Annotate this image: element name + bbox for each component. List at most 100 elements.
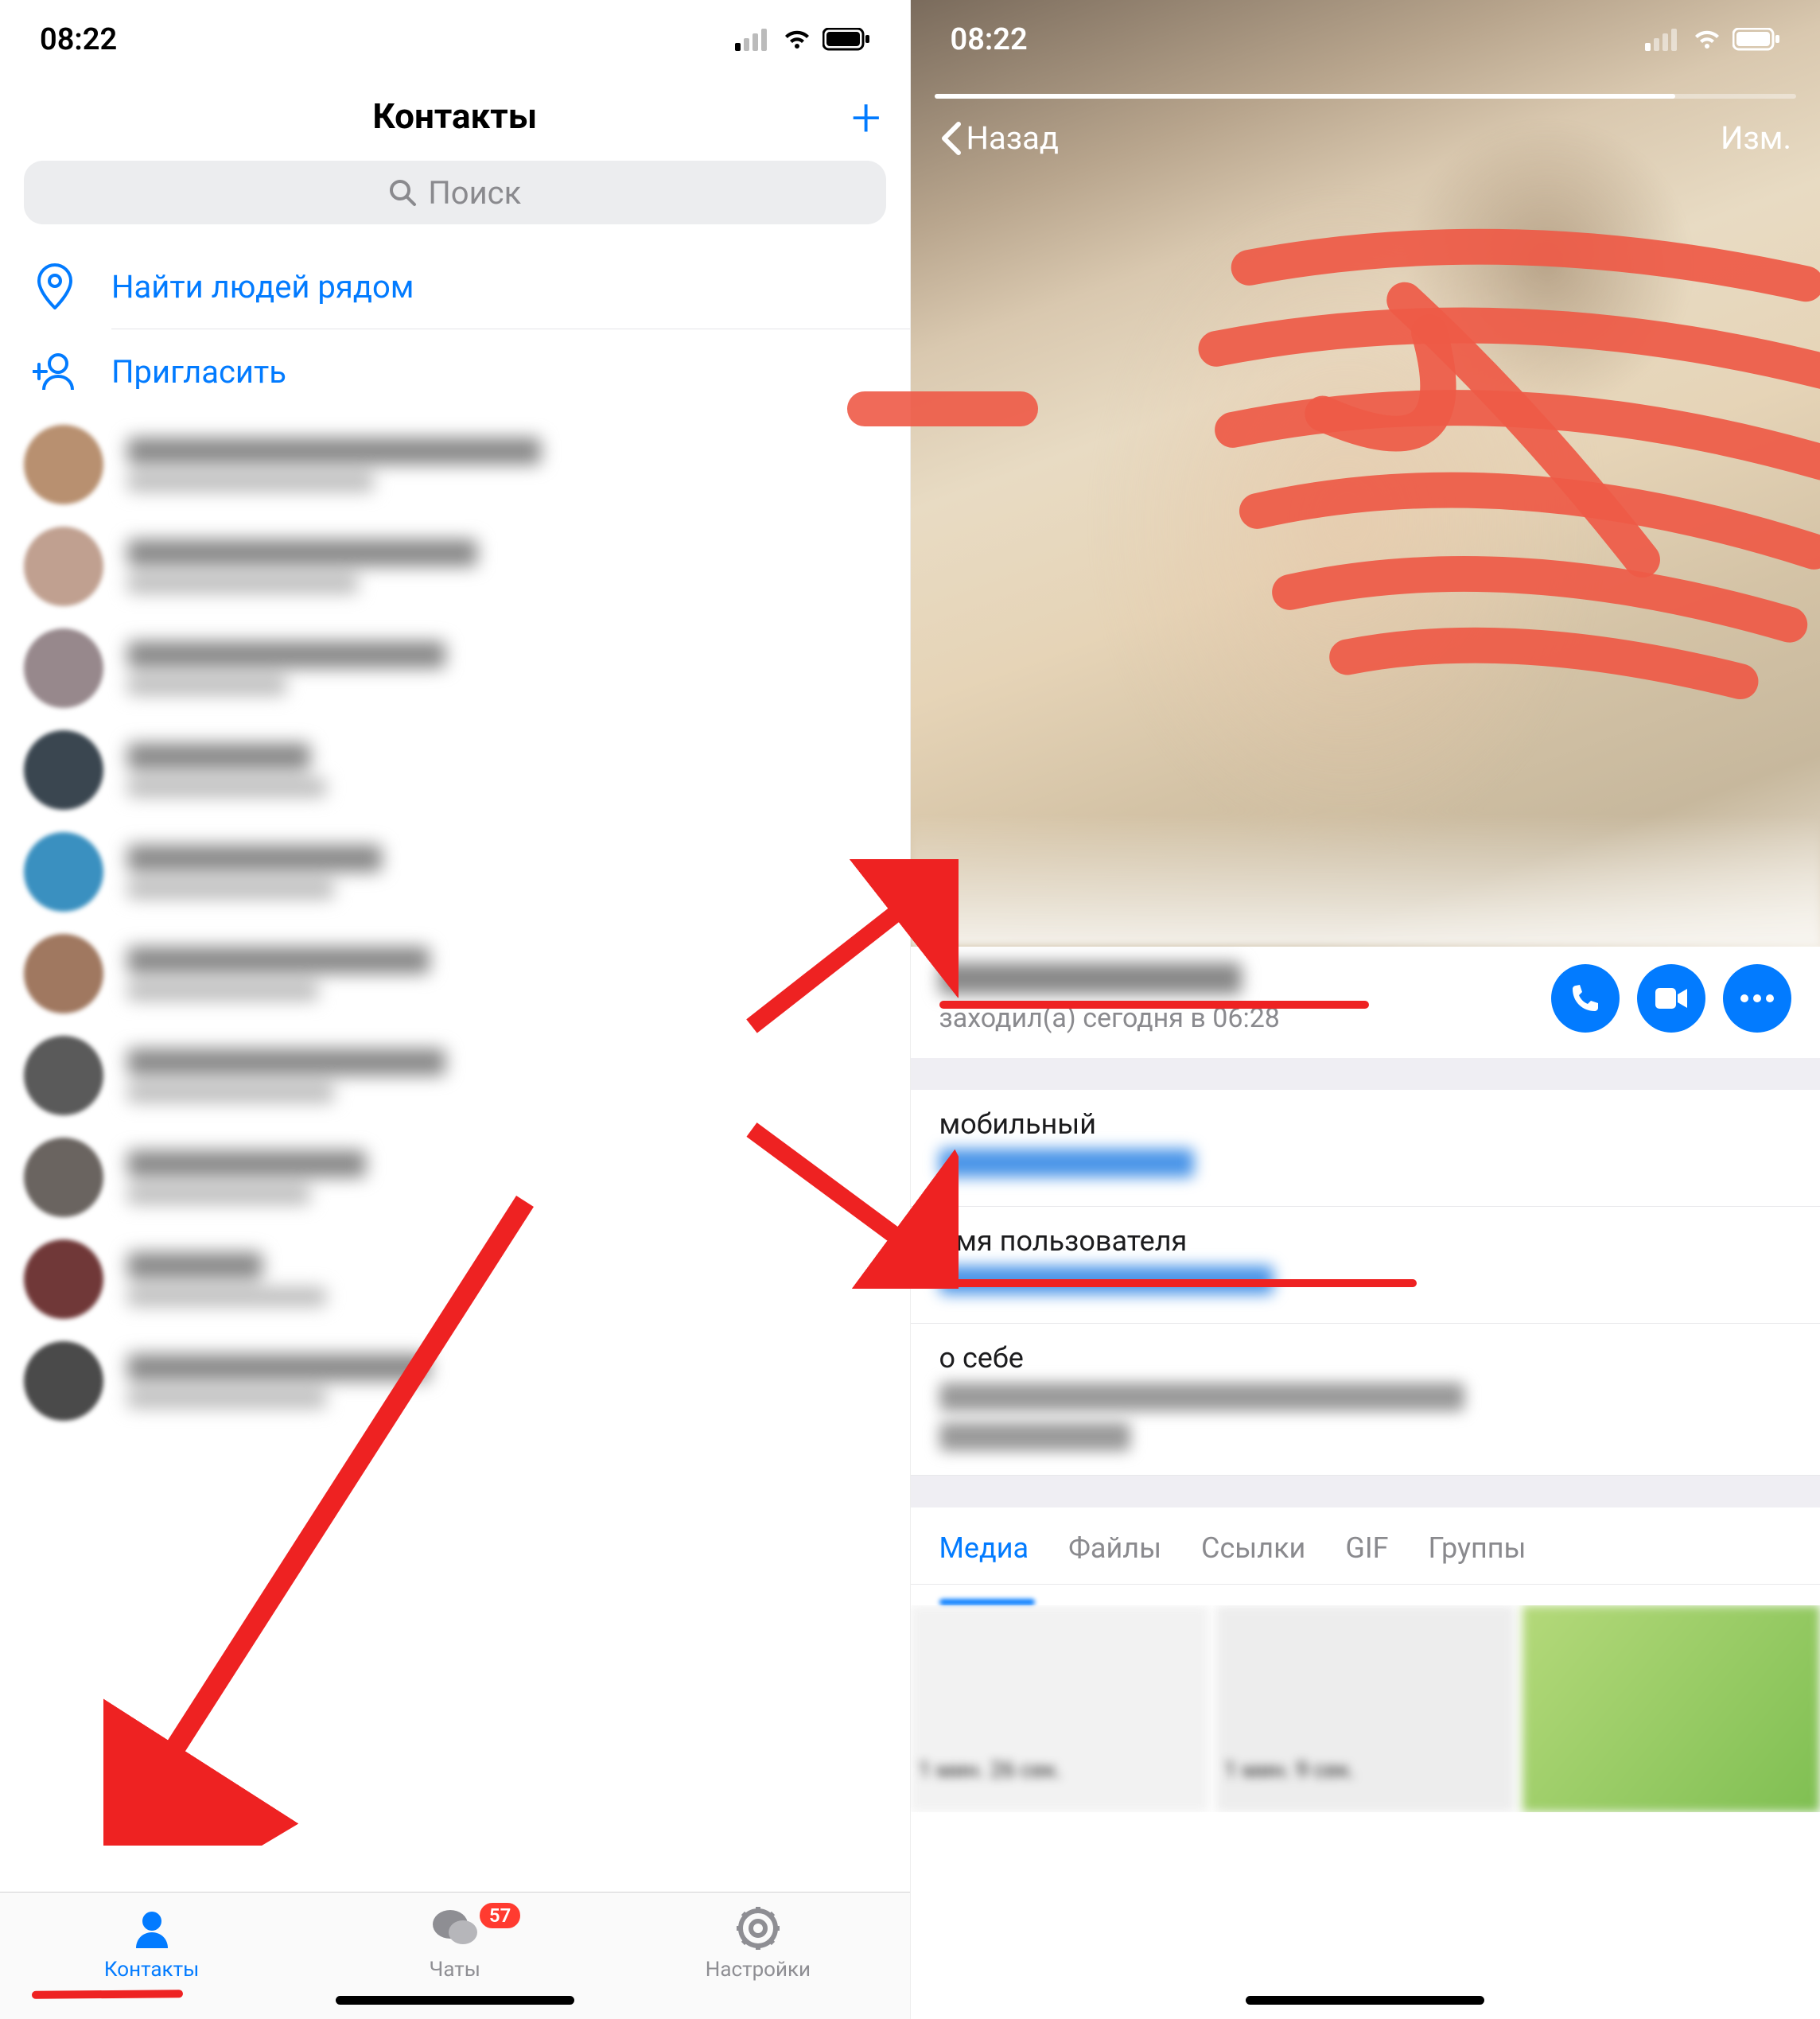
- media-thumb[interactable]: [1522, 1605, 1820, 1812]
- tab-chats[interactable]: 57 Чаты: [303, 1904, 606, 1982]
- photo-pager-indicator: [935, 94, 1797, 99]
- avatar: [24, 425, 103, 504]
- media-duration: 1 мин. 9 сек.: [1224, 1756, 1522, 1783]
- avatar: [24, 832, 103, 912]
- contact-row[interactable]: [0, 1228, 910, 1330]
- media-thumb[interactable]: 1 мин. 26 сек.: [911, 1605, 1209, 1812]
- contact-row[interactable]: [0, 719, 910, 821]
- profile-name: [939, 963, 1242, 994]
- contacts-header: Контакты +: [0, 80, 910, 161]
- media-tab-ссылки[interactable]: Ссылки: [1201, 1531, 1305, 1565]
- contact-status: [127, 778, 326, 797]
- status-bar: 08:22: [0, 0, 910, 80]
- profile-screen: 08:22 Назад Изм.: [911, 0, 1820, 2019]
- back-button[interactable]: Назад: [939, 119, 1060, 157]
- find-nearby-button[interactable]: Найти людей рядом: [0, 244, 910, 329]
- media-tab-indicator: [939, 1599, 1035, 1605]
- contact-status: [127, 574, 358, 593]
- contact-text: [127, 539, 477, 593]
- media-tab-файлы[interactable]: Файлы: [1068, 1531, 1161, 1565]
- annotation-stripe: [847, 391, 1038, 426]
- status-bar-right: 08:22: [911, 0, 1820, 80]
- video-icon: [1654, 986, 1689, 1010]
- contact-row[interactable]: [0, 414, 910, 515]
- edit-button[interactable]: Изм.: [1721, 119, 1791, 157]
- find-nearby-label: Найти людей рядом: [111, 268, 414, 305]
- contact-text: [127, 1252, 326, 1306]
- contact-text: [127, 1150, 366, 1204]
- contacts-title: Контакты: [372, 95, 537, 137]
- contact-name: [127, 947, 430, 974]
- chats-icon: [431, 1907, 479, 1950]
- status-time: 08:22: [40, 22, 117, 57]
- more-icon: [1740, 994, 1775, 1003]
- mobile-value: [939, 1149, 1194, 1177]
- contact-row[interactable]: [0, 923, 910, 1025]
- media-tab-группы[interactable]: Группы: [1429, 1531, 1526, 1565]
- avatar: [24, 730, 103, 810]
- username-label: имя пользователя: [939, 1224, 1792, 1258]
- search-icon: [388, 178, 417, 207]
- contact-status: [127, 982, 318, 1001]
- info-mobile[interactable]: мобильный: [911, 1090, 1820, 1207]
- call-button[interactable]: [1551, 964, 1620, 1033]
- avatar: [24, 934, 103, 1013]
- annotation-underline-phone: [939, 1279, 1417, 1287]
- gear-icon: [737, 1907, 780, 1950]
- about-line1: [939, 1383, 1464, 1411]
- contact-name: [127, 1252, 262, 1279]
- contact-row[interactable]: [0, 1126, 910, 1228]
- avatar: [24, 1239, 103, 1319]
- media-tab-медиа[interactable]: Медиа: [939, 1531, 1029, 1565]
- invite-icon: [32, 348, 78, 395]
- battery-icon: [822, 28, 870, 52]
- contact-text: [127, 743, 326, 797]
- avatar: [24, 527, 103, 606]
- about-label: о себе: [939, 1341, 1792, 1375]
- tab-settings[interactable]: Настройки: [606, 1904, 909, 1982]
- wifi-icon: [781, 28, 813, 52]
- contact-row[interactable]: [0, 617, 910, 719]
- cell-signal-icon: [735, 29, 772, 51]
- add-contact-button[interactable]: +: [851, 88, 881, 149]
- contact-name: [127, 1354, 430, 1381]
- contact-row[interactable]: [0, 1025, 910, 1126]
- contact-text: [127, 845, 382, 899]
- media-tab-gif[interactable]: GIF: [1345, 1531, 1388, 1565]
- contacts-list[interactable]: [0, 414, 910, 1892]
- person-icon: [132, 1908, 172, 1948]
- contact-text: [127, 438, 541, 492]
- contact-name: [127, 539, 477, 566]
- media-tabs: Медиа Файлы Ссылки GIF Группы: [911, 1507, 1820, 1585]
- contact-row[interactable]: [0, 821, 910, 923]
- contacts-screen: 08:22 Контакты + Поиск Найти людей рядом: [0, 0, 911, 2019]
- contact-status: [127, 676, 286, 695]
- mobile-label: мобильный: [939, 1107, 1792, 1141]
- phone-icon: [1569, 982, 1601, 1014]
- invite-button[interactable]: Пригласить: [0, 329, 910, 414]
- wifi-icon: [1691, 28, 1723, 52]
- search-input[interactable]: Поиск: [24, 161, 886, 224]
- contact-text: [127, 1048, 445, 1103]
- more-button[interactable]: [1723, 964, 1791, 1033]
- tab-contacts[interactable]: Контакты: [0, 1904, 303, 1982]
- profile-photo[interactable]: 08:22 Назад Изм.: [911, 0, 1820, 947]
- media-grid[interactable]: 1 мин. 26 сек. 1 мин. 9 сек.: [911, 1605, 1820, 1812]
- contact-name: [127, 845, 382, 872]
- contact-text: [127, 641, 445, 695]
- home-indicator[interactable]: [1246, 1996, 1484, 2005]
- search-placeholder: Поиск: [428, 174, 521, 212]
- location-pin-icon: [32, 263, 78, 309]
- contact-status: [127, 1287, 326, 1306]
- annotation-scribble: [1184, 170, 1820, 738]
- media-thumb[interactable]: 1 мин. 9 сек.: [1216, 1605, 1515, 1812]
- annotation-underline-name: [939, 1001, 1369, 1009]
- info-username[interactable]: имя пользователя: [911, 1207, 1820, 1324]
- video-button[interactable]: [1637, 964, 1705, 1033]
- media-duration: 1 мин. 26 сек.: [919, 1756, 1217, 1783]
- contact-status: [127, 1083, 334, 1103]
- contact-row[interactable]: [0, 515, 910, 617]
- home-indicator[interactable]: [336, 1996, 574, 2005]
- contact-row[interactable]: [0, 1330, 910, 1432]
- avatar: [24, 628, 103, 708]
